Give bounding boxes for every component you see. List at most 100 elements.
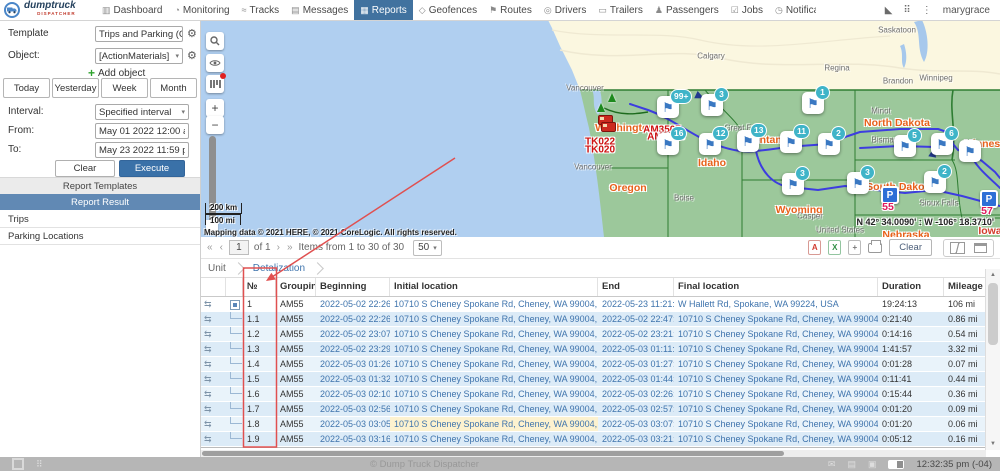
template-wrench-icon[interactable]: ⚙ [187,27,197,40]
range-button-today[interactable]: Today [3,78,50,98]
nav-item-passengers[interactable]: ♟Passengers [649,0,725,20]
table-row[interactable]: ⇆1.8AM552022-05-03 03:05:4210710 S Chene… [200,417,986,432]
cluster-marker[interactable]: ⚑3 [701,94,723,116]
clear-button[interactable]: Clear [55,160,115,177]
table-row[interactable]: ⇆1.1AM552022-05-02 22:26:0010710 S Chene… [200,312,986,327]
table-row[interactable]: ⇆1.5AM552022-05-03 01:32:4110710 S Chene… [200,372,986,387]
truck-marker[interactable] [601,122,616,132]
table-row[interactable]: ⇆1.6AM552022-05-03 02:10:3010710 S Chene… [200,387,986,402]
col-duration[interactable]: Duration [878,278,944,296]
clear-result-button[interactable]: Clear [889,239,932,256]
first-page-button[interactable]: « [206,242,214,253]
zoom-out-button[interactable]: − [206,116,224,134]
unit-direction-icon[interactable] [608,93,616,102]
execute-button[interactable]: Execute [119,160,185,177]
to-input[interactable] [95,142,189,158]
object-select[interactable]: [ActionMaterials] ▾ [95,48,183,64]
table-row[interactable]: ⇆1.2AM552022-05-02 23:07:0010710 S Chene… [200,327,986,342]
col-beginning[interactable]: Beginning [316,278,390,296]
app-logo[interactable]: dumptruck DISPATCHER [0,2,96,18]
last-page-button[interactable]: » [286,242,294,253]
map[interactable]: WashingtonOregonIdahoMontanaWyomingNorth… [200,20,1000,237]
interval-select[interactable]: Specified interval ▾ [95,104,189,120]
nav-item-dashboard[interactable]: ▥Dashboard [96,0,168,20]
scroll-down-icon[interactable]: ▼ [986,438,1000,450]
grid-icon[interactable]: ⠿ [36,459,43,470]
nav-item-routes[interactable]: ⚑Routes [483,0,538,20]
object-wrench-icon[interactable]: ⚙ [187,49,197,62]
chat-icon[interactable]: ▤ [847,459,856,470]
ruler-icon[interactable]: ◣ [885,5,893,16]
nav-item-monitoring[interactable]: ◔Monitoring [168,0,235,20]
col-grouping[interactable]: Grouping [276,278,316,296]
map-view-icon[interactable] [950,242,965,254]
apps-grid-icon[interactable]: ⠿ [903,5,910,16]
col-initial-location[interactable]: Initial location [390,278,598,296]
table-row[interactable]: ⇆1AM552022-05-02 22:26:0010710 S Cheney … [200,297,986,312]
cluster-marker[interactable]: ⚑11 [780,131,802,153]
cluster-marker[interactable]: ⚑13 [737,130,759,152]
nav-item-jobs[interactable]: ☑Jobs [725,0,769,20]
table-row[interactable]: ⇆1.9AM552022-05-03 03:16:2210710 S Chene… [200,432,986,447]
excel-export-icon[interactable]: X [828,240,841,255]
window-panel-icon[interactable] [12,458,24,470]
pdf-export-icon[interactable]: A [808,240,821,255]
col-number[interactable]: № [243,278,276,296]
cluster-marker[interactable]: ⚑2 [924,171,946,193]
nav-item-drivers[interactable]: ◎Drivers [538,0,593,20]
page-number-input[interactable]: 1 [229,240,249,255]
table-vertical-scrollbar[interactable]: ▲ ▼ [985,269,1000,450]
cluster-marker[interactable]: ⚑3 [847,172,869,194]
cluster-marker[interactable]: ⚑5 [894,135,916,157]
range-button-yesterday[interactable]: Yesterday [52,78,99,98]
export-file-icon[interactable]: + [848,240,861,255]
nav-item-trailers[interactable]: ▭Trailers [592,0,648,20]
cluster-marker[interactable]: ⚑16 [657,133,679,155]
col-final-location[interactable]: Final location [674,278,878,296]
col-end[interactable]: End [598,278,674,296]
toggle-icon[interactable] [888,460,904,469]
cluster-marker[interactable]: ⚑3 [782,173,804,195]
scroll-up-icon[interactable]: ▲ [986,269,1000,281]
collapse-toggle[interactable] [230,300,240,310]
tab-detalization[interactable]: Detalization [251,263,307,274]
zoom-in-button[interactable]: + [206,99,224,117]
from-input[interactable] [95,123,189,139]
map-visibility-button[interactable] [206,54,224,72]
sidebar-item-parking-locations[interactable]: Parking Locations [0,228,200,245]
page-size-select[interactable]: 50 ▾ [413,240,442,256]
map-layers-button[interactable] [206,75,224,93]
table-row[interactable]: ⇆1.3AM552022-05-02 23:29:0810710 S Chene… [200,342,986,357]
nav-item-notifications[interactable]: ◷Notifications [769,0,816,20]
tab-unit[interactable]: Unit [206,263,228,274]
cluster-marker[interactable]: ⚑1 [802,92,824,114]
cluster-marker[interactable]: ⚑6 [931,133,953,155]
table-horizontal-scrollbar[interactable] [200,450,986,457]
table-row[interactable]: ⇆1.4AM552022-05-03 01:26:0910710 S Chene… [200,357,986,372]
table-view-icon[interactable] [974,243,987,253]
nav-item-reports[interactable]: ▦Reports [354,0,413,20]
sidebar-item-trips[interactable]: Trips [0,211,200,228]
user-name[interactable]: marygrace [943,5,990,16]
next-page-button[interactable]: › [276,242,281,253]
print-icon[interactable] [868,243,882,253]
nav-item-tracks[interactable]: ≈Tracks [236,0,286,20]
range-button-month[interactable]: Month [150,78,197,98]
cluster-marker[interactable]: ⚑99+ [657,96,679,118]
table-row[interactable]: ⇆1.7AM552022-05-03 02:56:3010710 S Chene… [200,402,986,417]
template-select[interactable]: Trips and Parking (Gr... ▾ [95,26,183,42]
col-mileage[interactable]: Mileage [944,278,986,296]
cluster-marker[interactable]: ⚑ [959,140,981,162]
range-button-week[interactable]: Week [101,78,148,98]
horizontal-scroll-thumb[interactable] [202,451,784,456]
unit-direction-icon[interactable] [597,103,605,112]
image-icon[interactable]: ▣ [868,459,877,470]
prev-page-button[interactable]: ‹ [219,242,224,253]
vertical-scroll-thumb[interactable] [988,283,998,345]
nav-item-geofences[interactable]: ◇Geofences [413,0,483,20]
report-result-section[interactable]: Report Result [0,194,200,210]
cluster-marker[interactable]: ⚑12 [699,133,721,155]
nav-item-messages[interactable]: ▤Messages [285,0,354,20]
unit-label[interactable]: TK020 [585,145,615,156]
report-templates-section[interactable]: Report Templates [0,177,200,195]
